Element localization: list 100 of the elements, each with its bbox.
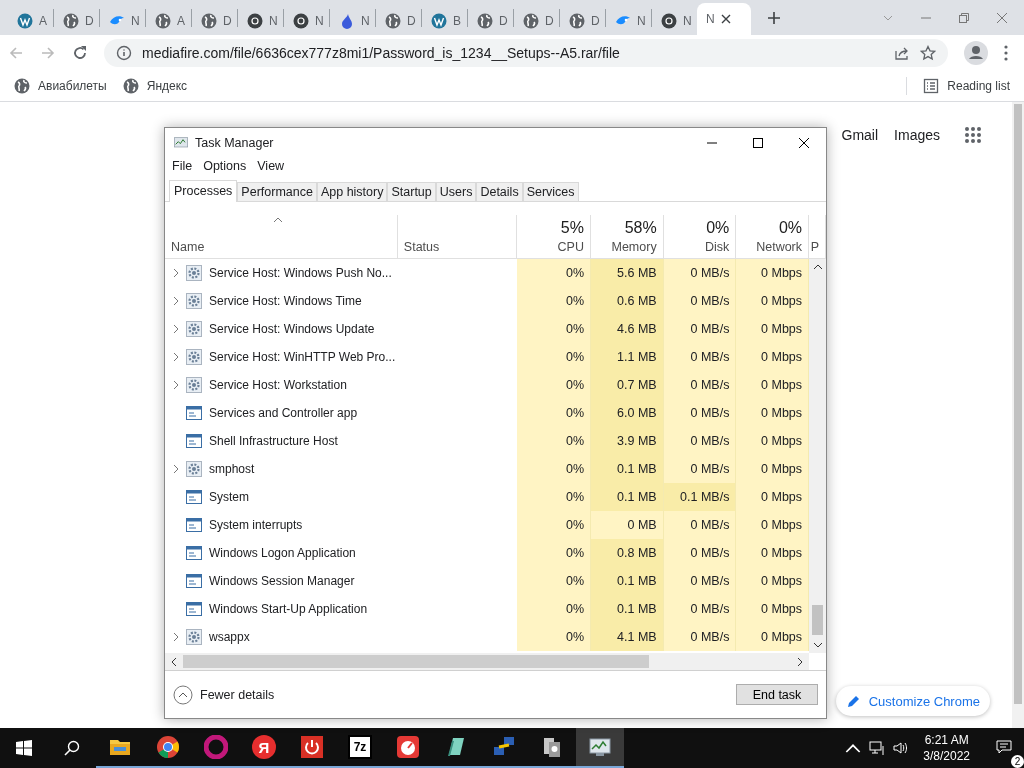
browser-tab[interactable]: D: [560, 7, 605, 35]
scroll-right-icon[interactable]: [797, 656, 803, 667]
tab[interactable]: Details: [476, 182, 523, 201]
table-cell: 0%: [517, 567, 591, 595]
process-name: Shell Infrastructure Host: [209, 434, 338, 448]
yandex-logo: Я: [252, 735, 276, 759]
taskbar-app[interactable]: [576, 728, 624, 768]
customize-chrome-button[interactable]: Customize Chrome: [835, 686, 990, 716]
column-header[interactable]: Name: [165, 215, 398, 258]
table-cell: 0.1 MB: [591, 567, 664, 595]
vertical-scrollbar[interactable]: [809, 259, 826, 653]
table-cell: 0%: [517, 399, 591, 427]
notification-count: 2: [1011, 754, 1024, 768]
table-cell: 0 MB/s: [663, 539, 737, 567]
gear-icon: [186, 265, 202, 281]
apps-grid-icon[interactable]: [964, 126, 982, 144]
taskbar-app[interactable]: 7z: [336, 728, 384, 768]
column-header[interactable]: 0% Disk: [663, 215, 737, 258]
tab[interactable]: Processes: [169, 180, 238, 202]
notifications-icon[interactable]: [996, 738, 1012, 755]
browser-tab[interactable]: N: [100, 7, 145, 35]
page-scrollbar[interactable]: [1012, 102, 1024, 728]
reading-list-button[interactable]: Reading list: [923, 78, 1010, 94]
window-icon: [186, 489, 202, 505]
table-cell: 0%: [517, 343, 591, 371]
sort-caret-icon: [273, 217, 283, 223]
globe-icon: [63, 13, 79, 29]
gear-icon: [186, 629, 202, 645]
table-cell: 0%: [517, 455, 591, 483]
restore-icon[interactable]: [958, 11, 970, 24]
window-title: Task Manager: [195, 135, 274, 150]
table-cell: 0.1 MB: [591, 455, 664, 483]
expand-chevron-icon[interactable]: [173, 632, 179, 642]
tab[interactable]: Users: [435, 182, 477, 201]
table-cell: 0 MB/s: [663, 371, 737, 399]
browser-tab[interactable]: A: [146, 7, 191, 35]
table-cell: 0 Mbps: [736, 315, 810, 343]
profile-icon[interactable]: [964, 41, 988, 65]
taskbar-app[interactable]: Я: [240, 728, 288, 768]
new-tab-icon[interactable]: [767, 10, 781, 25]
maximize-icon[interactable]: [752, 136, 764, 149]
close-icon[interactable]: [720, 14, 731, 24]
browser-tab[interactable]: N: [330, 7, 375, 35]
browser-tab[interactable]: D: [376, 7, 421, 35]
scroll-up-icon[interactable]: [812, 264, 823, 270]
browser-tab[interactable]: D: [468, 7, 513, 35]
menu-item[interactable]: Options: [203, 159, 247, 173]
fewer-details-button[interactable]: Fewer details: [173, 684, 275, 705]
reload-icon[interactable]: [72, 45, 88, 61]
column-header[interactable]: 5% CPU: [517, 215, 591, 258]
expand-chevron-icon[interactable]: [173, 324, 179, 334]
page-link[interactable]: Gmail: [841, 127, 879, 143]
expand-chevron-icon[interactable]: [173, 296, 179, 306]
column-header[interactable]: Status: [397, 215, 518, 258]
scroll-down-icon[interactable]: [812, 642, 823, 648]
end-task-button[interactable]: End task: [736, 684, 818, 705]
clock[interactable]: 6:21 AM 3/8/2022: [923, 732, 970, 764]
browser-tab[interactable]: D: [514, 7, 559, 35]
page-link[interactable]: Images: [894, 127, 940, 143]
scroll-left-icon[interactable]: [171, 656, 177, 667]
tab[interactable]: Services: [522, 182, 579, 201]
start-icon[interactable]: [16, 740, 32, 756]
browser-tab[interactable]: N: [697, 3, 751, 35]
network-icon[interactable]: [869, 740, 886, 756]
browser-tab[interactable]: A: [8, 7, 53, 35]
expand-chevron-icon[interactable]: [173, 268, 179, 278]
close-icon[interactable]: [798, 136, 810, 149]
bookmark[interactable]: Авиабилеты: [14, 78, 107, 94]
tab[interactable]: Performance: [237, 182, 317, 201]
expand-chevron-icon[interactable]: [173, 380, 179, 390]
search-icon[interactable]: [64, 740, 80, 756]
browser-tab[interactable]: D: [54, 7, 99, 35]
scroll-thumb[interactable]: [812, 605, 823, 635]
address-bar[interactable]: mediafire.com/file/6636cex777z8mi1/Password_is_1234__Setups--A5.rar/file: [104, 39, 948, 67]
column-header[interactable]: 58% Memory: [590, 215, 664, 258]
table-cell: 0 Mbps: [736, 427, 810, 455]
expand-chevron-icon[interactable]: [173, 464, 179, 474]
browser-tab[interactable]: D: [192, 7, 237, 35]
browser-tab[interactable]: N: [652, 7, 697, 35]
chrome-icon: [156, 735, 180, 759]
menu-item[interactable]: View: [257, 159, 285, 173]
browser-tab[interactable]: N: [238, 7, 283, 35]
bookmark[interactable]: Яндекс: [122, 78, 188, 94]
browser-tab[interactable]: N: [284, 7, 329, 35]
tab[interactable]: Startup: [387, 182, 436, 201]
column-header[interactable]: 0% Network: [736, 215, 810, 258]
menu-item[interactable]: File: [172, 159, 193, 173]
expand-chevron-icon[interactable]: [173, 352, 179, 362]
horizontal-scrollbar[interactable]: [165, 653, 809, 670]
table-cell: 0 MB/s: [663, 595, 737, 623]
star-icon[interactable]: [920, 45, 936, 61]
window-icon: [186, 601, 202, 617]
browser-tab[interactable]: N: [606, 7, 651, 35]
tab[interactable]: App history: [316, 182, 388, 201]
column-header[interactable]: P: [809, 215, 826, 258]
scroll-thumb[interactable]: [183, 655, 649, 668]
share-icon[interactable]: [894, 45, 910, 61]
browser-tab[interactable]: B: [422, 7, 467, 35]
menu-icon[interactable]: [1004, 45, 1008, 61]
volume-icon[interactable]: [893, 740, 910, 756]
